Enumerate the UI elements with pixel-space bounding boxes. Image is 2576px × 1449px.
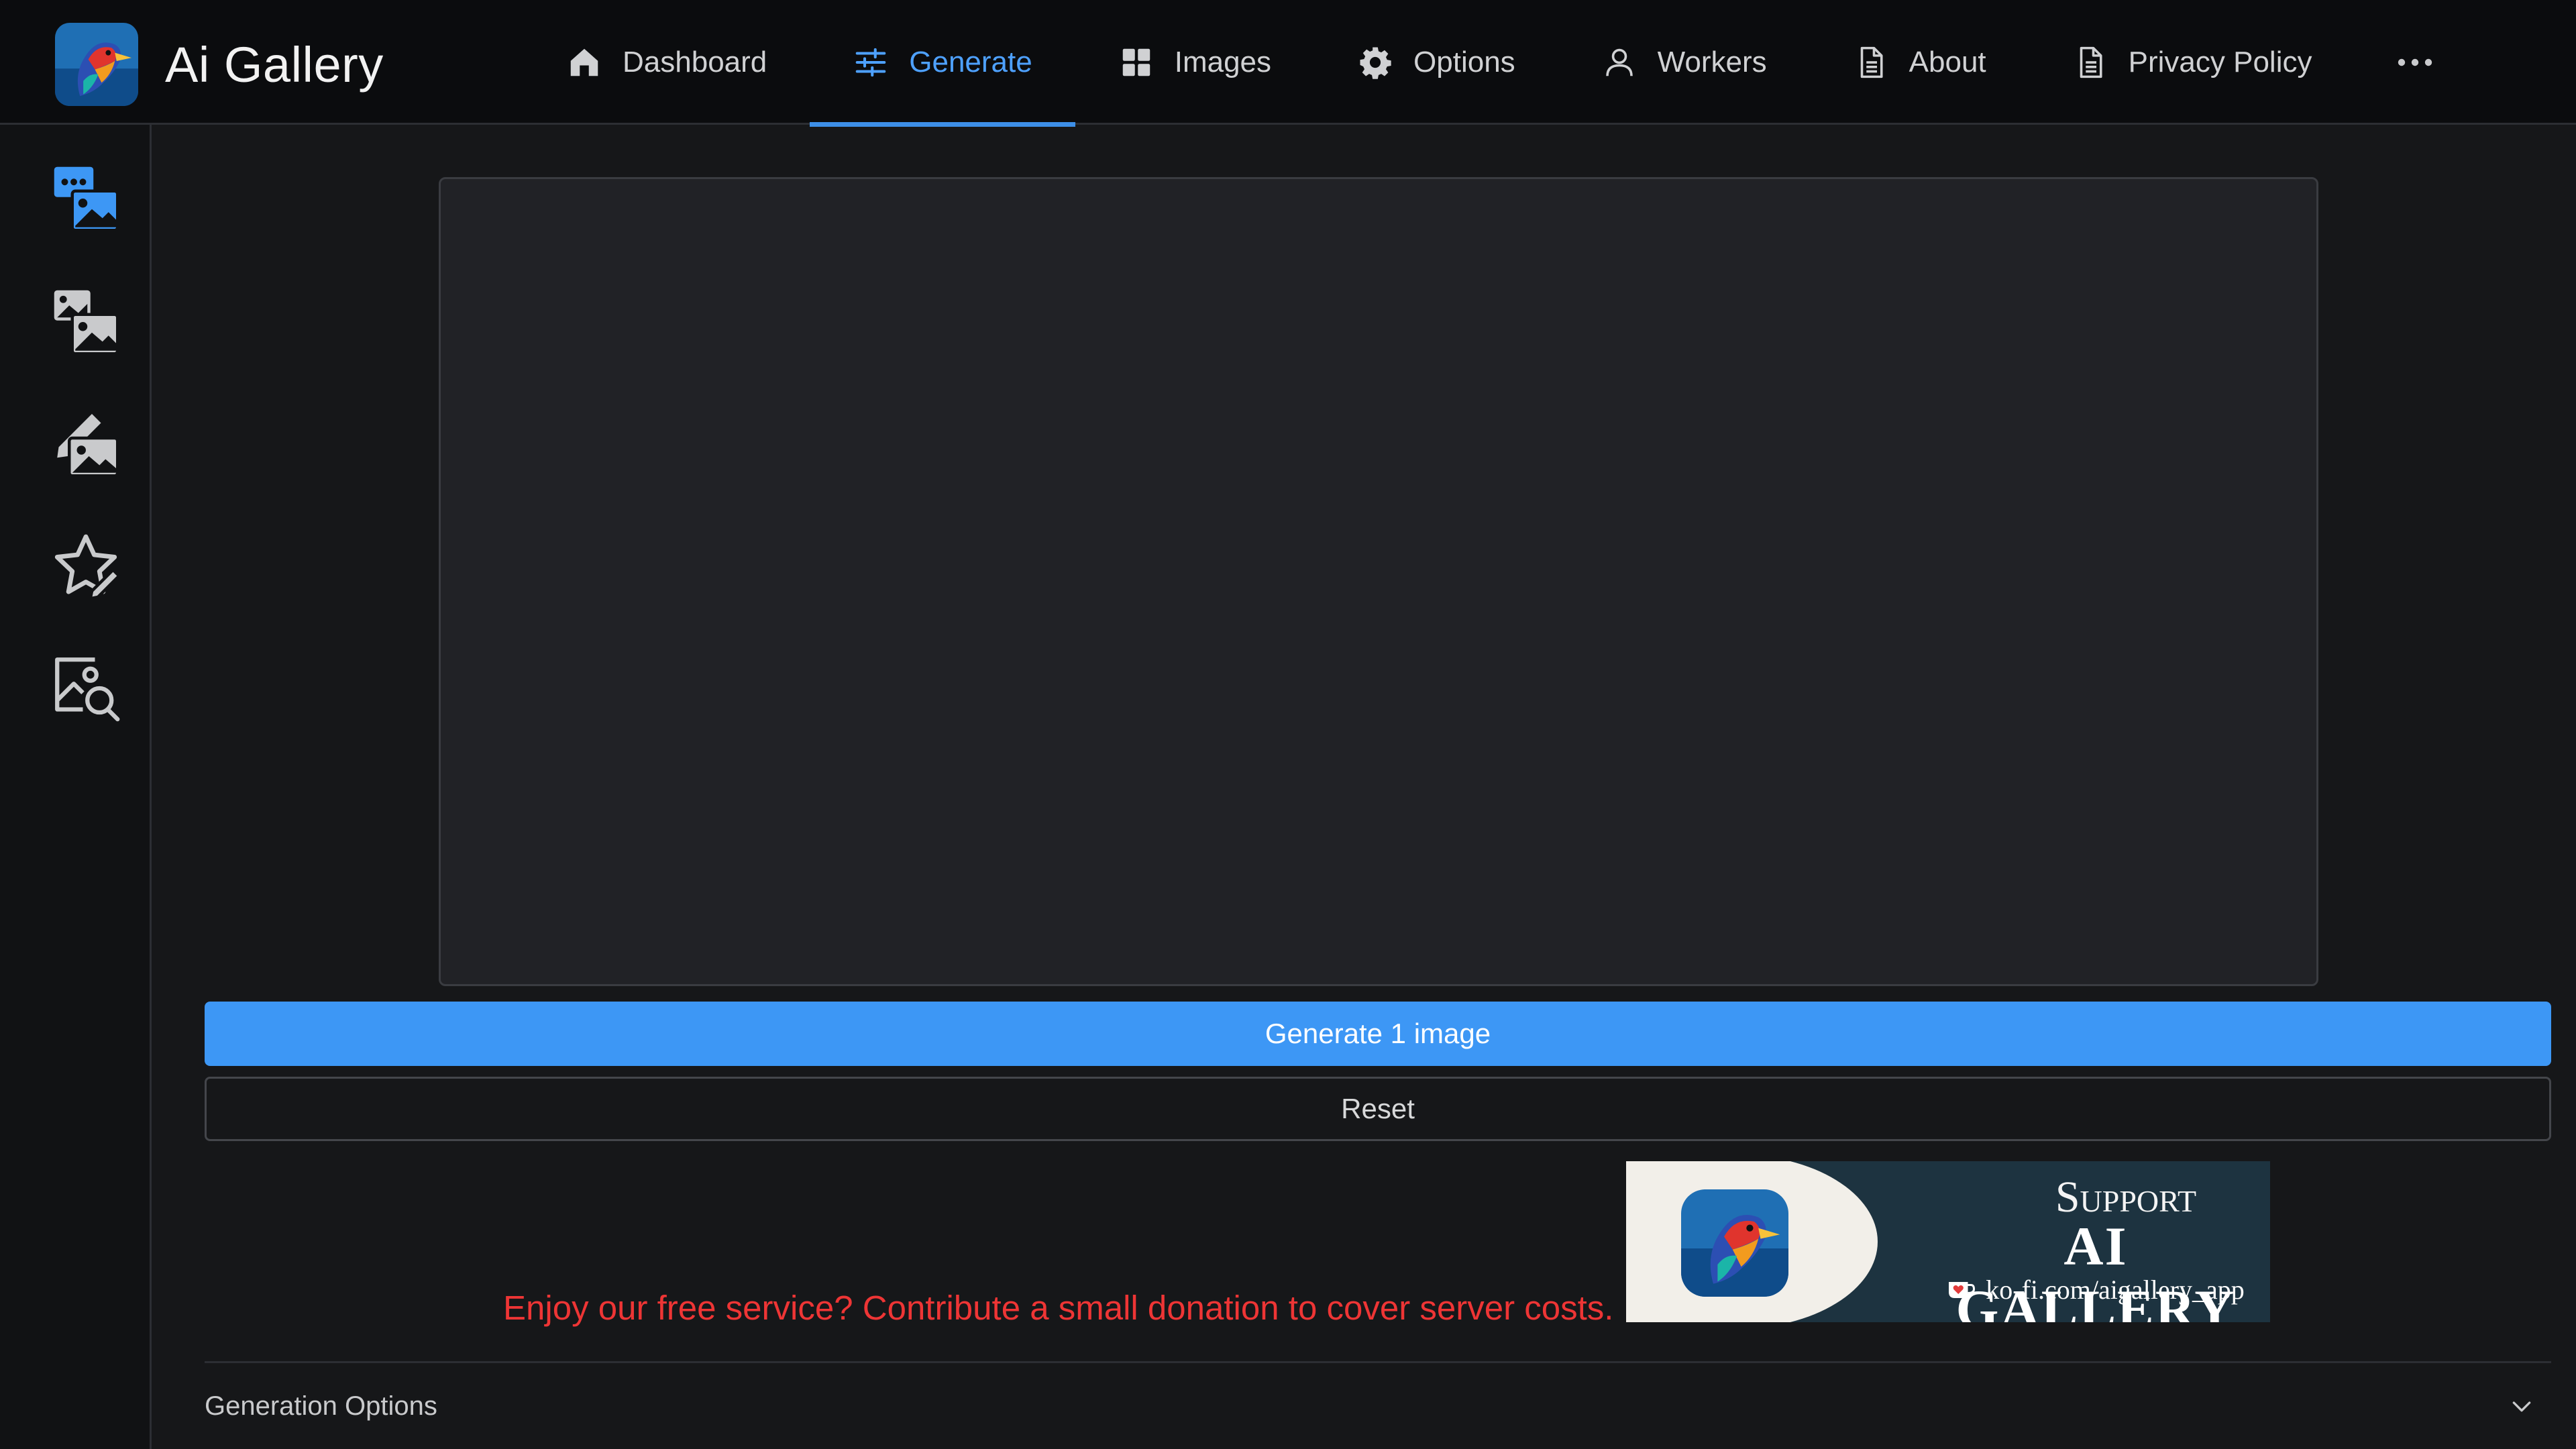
- user-icon: [1605, 48, 1633, 76]
- chevron-down-icon: [2512, 1401, 2531, 1412]
- sidebar-image-search[interactable]: [50, 652, 122, 724]
- sidebar-star-edit[interactable]: [50, 531, 122, 603]
- tool-sidebar: [0, 125, 152, 1449]
- nav-workers[interactable]: Workers: [1558, 0, 1810, 125]
- generate-button[interactable]: Generate 1 image: [205, 1002, 2551, 1066]
- more-dots-icon: [2398, 58, 2432, 66]
- sidebar-image-to-image[interactable]: [50, 286, 122, 358]
- kofi-support-banner[interactable]: Support AI GALLERY ko-fi.com/aigallery_a…: [1626, 1161, 2270, 1322]
- sidebar-inpainting[interactable]: [50, 408, 122, 480]
- nav-options-label: Options: [1413, 46, 1515, 78]
- grid-icon: [1122, 48, 1150, 76]
- sidebar-text-to-image[interactable]: [50, 162, 122, 235]
- nav-images-label: Images: [1174, 46, 1272, 78]
- banner-app-name: AI GALLERY: [1955, 1216, 2236, 1322]
- gear-icon: [1360, 47, 1391, 79]
- app-title: Ai Gallery: [165, 36, 384, 93]
- banner-url-row: ko-fi.com/aigallery_app: [1908, 1274, 2270, 1305]
- top-navigation-bar: Ai Gallery Dashboard Generate Images Opt…: [0, 0, 2576, 127]
- image-to-image-icon: [54, 290, 119, 356]
- reset-button[interactable]: Reset: [205, 1077, 2551, 1141]
- generation-options-label: Generation Options: [205, 1391, 437, 1421]
- nav-generate-label: Generate: [909, 46, 1032, 78]
- home-icon: [570, 48, 598, 76]
- nav-dashboard[interactable]: Dashboard: [523, 0, 810, 125]
- nav-options[interactable]: Options: [1314, 0, 1558, 125]
- nav-dashboard-label: Dashboard: [623, 46, 767, 78]
- banner-logo: [1681, 1189, 1788, 1297]
- document-icon: [1860, 46, 1883, 78]
- donation-message: Enjoy our free service? Contribute a sma…: [503, 1289, 1614, 1327]
- nav-more-button[interactable]: [2355, 0, 2475, 125]
- nav-about[interactable]: About: [1810, 0, 2029, 125]
- app-logo: [55, 23, 138, 106]
- nav-generate[interactable]: Generate: [810, 0, 1076, 127]
- nav-about-label: About: [1909, 46, 1986, 78]
- inpainting-icon: [57, 414, 119, 478]
- text-to-image-icon: [54, 166, 119, 232]
- brand[interactable]: Ai Gallery: [55, 23, 384, 106]
- nav-workers-label: Workers: [1657, 46, 1767, 78]
- sliders-icon: [855, 48, 886, 77]
- nav-privacy-policy-label: Privacy Policy: [2128, 46, 2312, 78]
- image-search-icon: [55, 657, 120, 722]
- star-edit-icon: [54, 534, 121, 600]
- main-nav: Dashboard Generate Images Options Worker…: [523, 0, 2475, 127]
- generation-options-toggle[interactable]: Generation Options: [205, 1363, 2551, 1449]
- document-icon: [2080, 46, 2102, 78]
- banner-url: ko-fi.com/aigallery_app: [1986, 1275, 2245, 1305]
- kofi-cup-icon: [1949, 1281, 1976, 1298]
- nav-privacy-policy[interactable]: Privacy Policy: [2029, 0, 2355, 125]
- image-preview-area: [439, 177, 2318, 986]
- nav-images[interactable]: Images: [1075, 0, 1314, 125]
